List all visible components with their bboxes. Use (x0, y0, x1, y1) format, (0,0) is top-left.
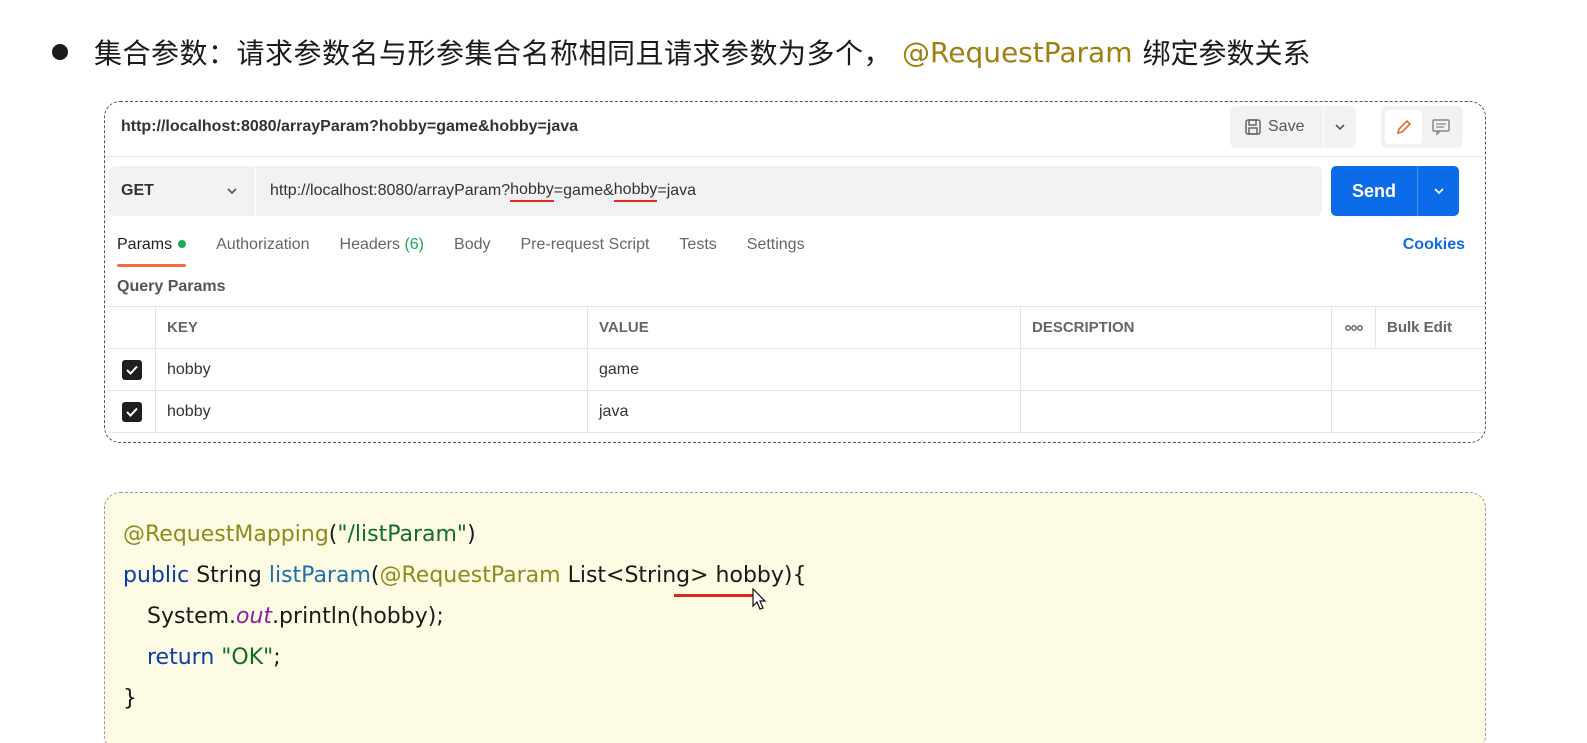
more-dots-icon (1344, 324, 1363, 331)
checkmark-icon (126, 365, 138, 375)
tab-prerequest-script[interactable]: Pre-request Script (520, 236, 649, 266)
send-button[interactable]: Send (1331, 181, 1417, 202)
code-line-1: @RequestMapping("/listParam") (123, 522, 476, 547)
save-label: Save (1268, 118, 1305, 135)
param-key-cell[interactable]: hobby (156, 391, 588, 432)
save-dropdown-button[interactable] (1324, 120, 1356, 134)
chevron-down-icon (1433, 188, 1444, 195)
header-checkbox-cell (109, 307, 156, 348)
request-tab-title[interactable]: http://localhost:8080/arrayParam?hobby=g… (121, 118, 578, 136)
chevron-down-icon (227, 188, 237, 195)
query-params-label: Query Params (117, 278, 226, 295)
table-row: hobby java (109, 391, 1485, 433)
request-url-input[interactable]: http://localhost:8080/arrayParam? hobby =g… (256, 166, 1322, 216)
tab-settings[interactable]: Settings (747, 236, 805, 266)
param-key-cell[interactable]: hobby (156, 349, 588, 390)
mouse-cursor-icon (752, 588, 767, 610)
headline-tail: 绑定参数关系 (1142, 37, 1311, 70)
headline-annotation: @RequestParam (902, 35, 1133, 69)
save-button-group: Save (1230, 106, 1356, 148)
code-line-5: } (123, 686, 137, 711)
column-header-description: DESCRIPTION (1021, 307, 1332, 348)
query-params-table: KEY VALUE DESCRIPTION Bulk Edit hobby ga… (109, 306, 1485, 433)
http-method-select[interactable]: GET (109, 166, 255, 216)
row-checkbox-cell (109, 391, 156, 432)
send-button-group: Send (1331, 166, 1459, 216)
params-active-dot (178, 239, 187, 248)
param-value-cell[interactable]: game (588, 349, 1021, 390)
save-button[interactable]: Save (1230, 106, 1323, 148)
param-value-cell[interactable]: java (588, 391, 1021, 432)
view-mode-toggle (1381, 106, 1463, 148)
code-line-4: return "OK"; (147, 645, 281, 670)
code-line-3: System.out.println(hobby); (147, 604, 444, 629)
bulk-edit-button[interactable]: Bulk Edit (1376, 307, 1485, 348)
table-row: hobby game (109, 349, 1485, 391)
code-block: @RequestMapping("/listParam") public Str… (104, 492, 1486, 743)
headline-text: 集合参数：请求参数名与形参集合名称相同且请求参数为多个， (94, 37, 893, 70)
url-part: http://localhost:8080/arrayParam? (270, 182, 511, 199)
http-method-value: GET (121, 182, 154, 199)
row-trailing-cell (1332, 349, 1485, 390)
headers-count: (6) (404, 236, 425, 253)
column-header-value: VALUE (588, 307, 1021, 348)
code-underline-annotation (674, 594, 754, 597)
param-description-cell[interactable] (1021, 349, 1332, 390)
table-header-row: KEY VALUE DESCRIPTION Bulk Edit (109, 307, 1485, 349)
save-icon (1245, 119, 1261, 135)
edit-mode-button[interactable] (1385, 110, 1422, 144)
request-tabs: Params Authorization Headers (6) Body Pr… (117, 236, 835, 267)
more-options-button[interactable] (1332, 307, 1376, 348)
tab-headers[interactable]: Headers (6) (340, 236, 425, 266)
param-description-cell[interactable] (1021, 391, 1332, 432)
column-header-key: KEY (156, 307, 588, 348)
slide-headline: 集合参数：请求参数名与形参集合名称相同且请求参数为多个， @RequestPar… (52, 30, 1311, 74)
send-dropdown-button[interactable] (1418, 184, 1459, 198)
url-part: =java (657, 182, 697, 199)
top-divider (105, 156, 1485, 157)
pencil-icon (1396, 119, 1411, 135)
comment-mode-button[interactable] (1422, 110, 1459, 144)
row-checkbox[interactable] (122, 359, 142, 380)
tab-params[interactable]: Params (117, 236, 187, 267)
cookies-link[interactable]: Cookies (1403, 236, 1465, 254)
row-checkbox[interactable] (122, 401, 142, 422)
row-trailing-cell (1332, 391, 1485, 432)
checkmark-icon (126, 407, 138, 417)
url-key-highlight: hobby (510, 181, 554, 202)
tab-body[interactable]: Body (454, 236, 490, 266)
postman-request-panel: http://localhost:8080/arrayParam?hobby=g… (104, 101, 1486, 443)
tab-tests[interactable]: Tests (679, 236, 716, 266)
code-line-2: public String listParam(@RequestParam Li… (123, 563, 807, 588)
row-checkbox-cell (109, 349, 156, 390)
comment-icon (1431, 119, 1450, 136)
tab-authorization[interactable]: Authorization (216, 236, 309, 266)
chevron-down-icon (1335, 124, 1345, 131)
url-part: =game& (553, 182, 614, 199)
bullet-dot (52, 44, 68, 60)
url-key-highlight: hobby (613, 181, 658, 202)
